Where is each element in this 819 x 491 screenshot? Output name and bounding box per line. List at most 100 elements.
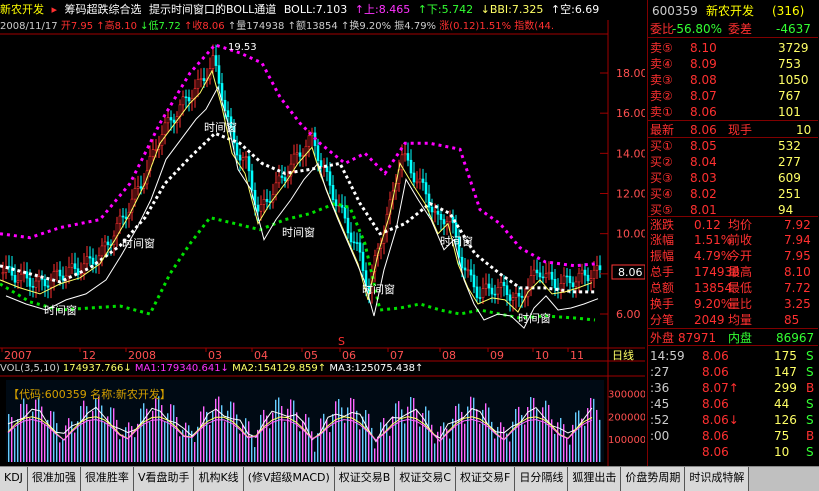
volume-bar xyxy=(29,418,31,462)
stat-row: 总手 174938 最高 8.10 xyxy=(648,264,818,280)
info-low: ↓低7.72 xyxy=(140,21,181,32)
stat-value: 9.20% xyxy=(694,297,733,311)
candle xyxy=(331,184,335,201)
volume-bar xyxy=(155,398,157,462)
indicator-tab[interactable]: (修V超级MACD) xyxy=(243,467,335,491)
volume-bar xyxy=(467,406,469,462)
volume-bar xyxy=(269,428,271,462)
stat-label-2: 均价 xyxy=(728,218,753,232)
tick-volume: 147 xyxy=(774,365,797,379)
candle xyxy=(217,65,221,84)
volume-bar xyxy=(422,413,424,462)
candle xyxy=(517,292,521,297)
x-axis-label: 09 xyxy=(490,349,504,362)
tick-time: :45 xyxy=(650,397,670,411)
tick-row: :00 8.06 75 B xyxy=(648,428,818,444)
volume-bar xyxy=(509,441,511,462)
volume-bar xyxy=(374,448,376,462)
candle xyxy=(352,241,356,244)
tick-direction: S xyxy=(806,365,814,379)
indicator-tab[interactable]: 很准胜率 xyxy=(80,467,134,491)
buy-row: 买② 8.04 277 xyxy=(648,154,818,170)
stat-value: 0.12 xyxy=(694,218,721,232)
indicator-tab[interactable]: 价盘势周期 xyxy=(621,467,686,491)
volume-bar xyxy=(371,427,373,462)
indicator-tab[interactable]: 日分隔线 xyxy=(515,467,569,491)
candle xyxy=(76,268,80,276)
volume-bar xyxy=(566,438,568,462)
candle xyxy=(403,153,407,156)
candle xyxy=(349,232,353,243)
x-axis-label: 2007 xyxy=(4,349,32,362)
candle xyxy=(82,263,86,274)
volume-bar xyxy=(275,399,277,462)
info-amount: ↑额13854 xyxy=(287,21,338,32)
volume-bar xyxy=(128,422,130,462)
indicator-tab[interactable]: KDJ xyxy=(0,467,28,491)
candle xyxy=(502,281,506,286)
tick-price: 8.06 xyxy=(702,397,729,411)
title-bar: 新农开发 ▸ 筹码超跌综合选 提示时间窗口的BOLL通道 BOLL:7.103 … xyxy=(0,0,645,20)
buy-volume: 532 xyxy=(778,139,801,153)
candle xyxy=(589,278,593,282)
stat-label-2: 量比 xyxy=(728,297,753,311)
last-price-tag: 8.06 xyxy=(618,266,643,279)
sell-label: 卖⑤ xyxy=(650,41,673,55)
volume-bar xyxy=(590,397,592,462)
tick-time: :36 xyxy=(650,381,670,395)
candle xyxy=(34,280,38,288)
main-chart-area[interactable]: 18.0016.0014.0012.0010.008.006.00 时间窗时间窗… xyxy=(0,0,648,491)
candle xyxy=(442,219,446,225)
info-change: 涨(0.12)1.51% xyxy=(439,21,512,32)
price-chart[interactable]: 18.0016.0014.0012.0010.008.006.00 时间窗时间窗… xyxy=(0,0,648,491)
indicator-name[interactable]: 筹码超跌综合选 xyxy=(65,0,142,20)
indicator-tab[interactable]: 权证交易C xyxy=(395,467,457,491)
volume-bar xyxy=(164,421,166,462)
buy-price: 8.05 xyxy=(690,139,717,153)
volume-bar xyxy=(68,418,70,462)
stat-value: 13854 xyxy=(694,281,733,295)
stat-value-2: 8.10 xyxy=(784,265,811,279)
indicator-tab[interactable]: 时识成特解 xyxy=(685,467,750,491)
candle xyxy=(406,153,410,161)
indicator-tab[interactable]: 很准加强 xyxy=(27,467,81,491)
weicha-label: 委差 xyxy=(728,22,753,36)
stock-name[interactable]: 新农开发 xyxy=(0,0,44,20)
volume-bar xyxy=(488,407,490,462)
info-high: ↑高8.10 xyxy=(96,21,137,32)
indicator-tab[interactable]: 权证交易B xyxy=(334,467,396,491)
candle xyxy=(292,153,296,165)
volume-bar xyxy=(350,397,352,462)
volume-bar xyxy=(425,406,427,462)
volume-bar xyxy=(539,421,541,462)
daily-label[interactable]: 日线 xyxy=(612,348,634,362)
volume-bar xyxy=(125,427,127,462)
info-volume: ↑量174938 xyxy=(227,21,285,32)
candle xyxy=(466,269,470,272)
candle xyxy=(532,269,536,276)
volume-bar xyxy=(59,442,61,462)
candle xyxy=(250,170,254,191)
candle xyxy=(439,214,443,220)
tick-price: 8.07↑ xyxy=(702,381,739,395)
sell-label: 卖① xyxy=(650,105,673,119)
candle xyxy=(184,96,188,99)
volume-bar xyxy=(203,406,205,462)
panel-header: 600359 新农开发 (316) xyxy=(648,2,818,20)
candle xyxy=(430,206,434,213)
volume-bar xyxy=(158,396,160,462)
indicator-tab[interactable]: 权证交易F xyxy=(456,467,516,491)
volume-bar xyxy=(575,412,577,462)
volume-bar xyxy=(440,426,442,462)
volume-bar xyxy=(416,409,418,462)
indicator-tab[interactable]: 机构K线 xyxy=(194,467,244,491)
volume-bar xyxy=(119,439,121,462)
tick-row: 8.06 10 S xyxy=(648,444,818,460)
volume-bar xyxy=(335,401,337,462)
indicator-tab[interactable]: 狐狸出击 xyxy=(568,467,622,491)
indicator-tab[interactable]: V看盘助手 xyxy=(133,467,195,491)
time-window-label: 时间窗 xyxy=(204,120,237,134)
volume-bar xyxy=(218,396,220,462)
latest-value: 8.06 xyxy=(690,123,717,137)
candle xyxy=(493,293,497,296)
